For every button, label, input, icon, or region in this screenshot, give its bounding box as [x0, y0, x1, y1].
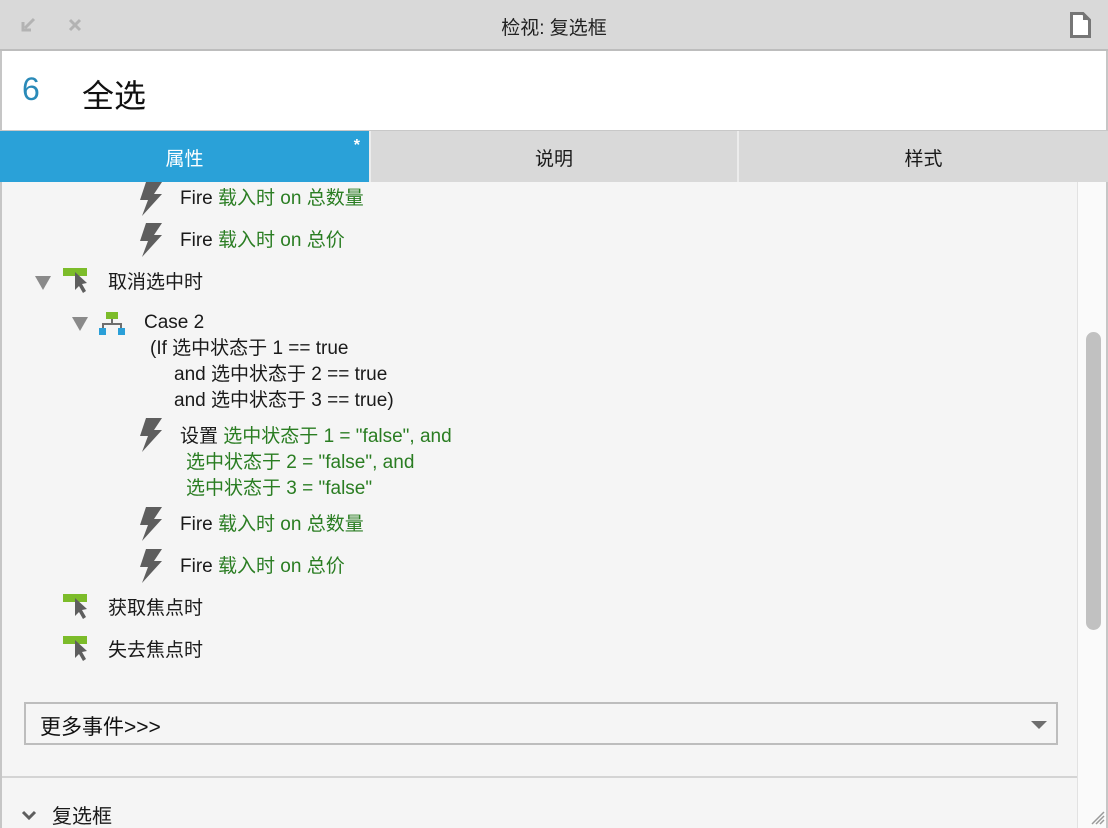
event-cursor-icon [63, 268, 87, 293]
tab-properties[interactable]: 属性 * [0, 131, 371, 183]
chevron-down-icon [21, 810, 37, 820]
action-target: 载入时 on 总价 [218, 556, 345, 577]
document-icon[interactable] [1070, 12, 1091, 38]
resize-grip-icon[interactable] [1086, 806, 1106, 826]
action-target: 选中状态于 2 = "false", and [186, 452, 415, 473]
case-name: Case 2 [144, 312, 205, 333]
action-target-line: 选中状态于 3 = "false" [186, 476, 372, 502]
action-target: 载入时 on 总数量 [218, 514, 364, 535]
event-item[interactable]: 取消选中时 [108, 270, 203, 296]
action-verb: Fire [180, 230, 213, 251]
action-item[interactable]: Fire 载入时 on 总数量 [180, 512, 364, 538]
action-target-line: 选中状态于 2 = "false", and [186, 450, 414, 476]
event-item[interactable]: 失去焦点时 [108, 638, 203, 664]
more-events-select[interactable]: 更多事件>>> [24, 702, 1058, 745]
section-label: 复选框 [52, 806, 112, 828]
lightning-icon [140, 507, 162, 541]
widget-number: 6 [22, 71, 40, 107]
lightning-icon [140, 418, 162, 452]
interactions-panel: Fire 载入时 on 总数量 Fire 载入时 on 总价 取消选中时 Cas… [0, 182, 1077, 828]
window-title: 检视: 复选框 [501, 18, 607, 39]
action-target: 载入时 on 总数量 [218, 188, 364, 209]
action-item[interactable]: Fire 载入时 on 总数量 [180, 186, 364, 212]
more-events-value: 更多事件>>> [40, 716, 161, 739]
event-item[interactable]: 获取焦点时 [108, 596, 203, 622]
case-condition-line: (If 选中状态于 1 == true [150, 336, 349, 362]
tab-style[interactable]: 样式 [739, 131, 1108, 183]
action-verb: 设置 [180, 426, 219, 447]
event-label: 取消选中时 [108, 272, 204, 293]
widget-name[interactable]: 全选 [82, 71, 146, 117]
section-divider [2, 776, 1077, 778]
expand-triangle-icon[interactable] [72, 317, 88, 331]
tab-label: 说明 [534, 148, 573, 170]
tab-label: 样式 [904, 148, 943, 170]
tab-notes[interactable]: 说明 [371, 131, 739, 183]
chevron-down-icon [1031, 721, 1047, 729]
title-bar: 检视: 复选框 [0, 0, 1108, 51]
event-cursor-icon [63, 594, 87, 619]
lightning-icon [140, 549, 162, 583]
action-verb: Fire [180, 556, 213, 577]
case-tree-icon [99, 312, 125, 335]
action-item[interactable]: Fire 载入时 on 总价 [180, 554, 345, 580]
widget-header: 6 全选 [0, 51, 1108, 130]
condition-text: and 选中状态于 2 == true [174, 364, 388, 385]
action-item[interactable]: 设置 选中状态于 1 = "false", and [180, 424, 452, 450]
action-verb: Fire [180, 188, 213, 209]
condition-text: (If 选中状态于 1 == true [150, 338, 349, 359]
lightning-icon [140, 223, 162, 257]
event-label: 获取焦点时 [108, 598, 204, 619]
action-target: 载入时 on 总价 [218, 230, 345, 251]
modified-marker: * [353, 137, 360, 154]
case-item[interactable]: Case 2 [144, 310, 204, 336]
lightning-icon [140, 182, 162, 216]
action-target: 选中状态于 3 = "false" [186, 478, 373, 499]
action-target: 选中状态于 1 = "false", and [223, 426, 452, 447]
expand-triangle-icon[interactable] [35, 276, 51, 290]
tab-label: 属性 [165, 148, 204, 170]
scrollbar-thumb[interactable] [1086, 332, 1101, 630]
vertical-scrollbar[interactable] [1077, 182, 1106, 828]
event-cursor-icon [63, 636, 87, 661]
condition-text: and 选中状态于 3 == true) [174, 390, 394, 411]
action-verb: Fire [180, 514, 213, 535]
case-condition-line: and 选中状态于 3 == true) [174, 388, 394, 414]
case-condition-line: and 选中状态于 2 == true [174, 362, 387, 388]
section-header-checkbox[interactable]: 复选框 [20, 800, 112, 828]
event-label: 失去焦点时 [108, 640, 204, 661]
tab-bar: 属性 * 说明 样式 [0, 130, 1108, 183]
action-item[interactable]: Fire 载入时 on 总价 [180, 228, 345, 254]
